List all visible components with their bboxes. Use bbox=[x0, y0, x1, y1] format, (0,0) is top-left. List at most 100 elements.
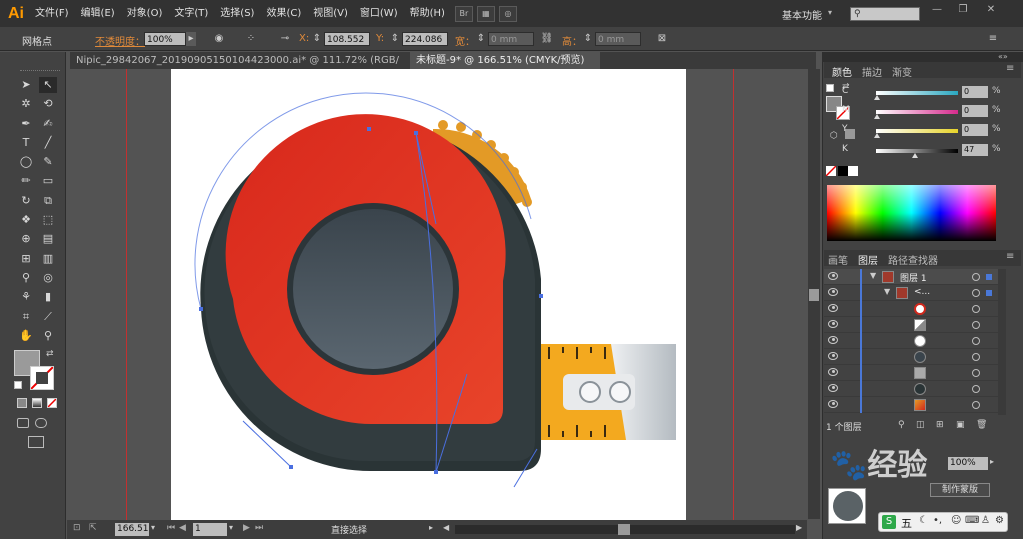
slider-thumb[interactable] bbox=[874, 95, 880, 100]
eye-icon[interactable] bbox=[828, 272, 838, 280]
eye-icon[interactable] bbox=[828, 368, 838, 376]
selection-tool-icon[interactable]: ➤ bbox=[17, 77, 35, 93]
zoom-tool-icon[interactable]: ⚲ bbox=[39, 328, 57, 344]
slider-value[interactable]: 0 bbox=[962, 105, 988, 117]
slider-track[interactable] bbox=[876, 129, 958, 133]
cyan-slider[interactable]: C 0 % bbox=[842, 86, 1012, 100]
menu-edit[interactable]: 编辑(E) bbox=[75, 0, 121, 27]
make-clipping-mask-icon[interactable]: ◫ bbox=[916, 420, 925, 430]
layer-name[interactable]: 图层 1 bbox=[900, 271, 927, 284]
layer-row[interactable]: ▼ 图层 1 bbox=[824, 269, 998, 285]
tape-measure-artwork[interactable] bbox=[171, 69, 686, 521]
delete-layer-icon[interactable]: 🗑 bbox=[976, 420, 987, 430]
ime-mode-label[interactable]: 五 bbox=[901, 515, 912, 531]
restore-button[interactable]: ❐ bbox=[952, 4, 974, 18]
target-icon[interactable] bbox=[972, 353, 980, 361]
panel-menu-icon[interactable]: ≡ bbox=[1006, 63, 1014, 74]
scale-icon[interactable]: ⧉ bbox=[39, 193, 57, 209]
hand-tool-icon[interactable]: ✋ bbox=[17, 328, 35, 344]
reference-point-icon[interactable]: ⁘ bbox=[244, 32, 258, 46]
slice-tool-icon[interactable]: ⟋ bbox=[39, 309, 57, 325]
menu-type[interactable]: 文字(T) bbox=[168, 0, 214, 27]
rotate-icon[interactable]: ↻ bbox=[17, 193, 35, 209]
workspace-switcher[interactable]: 基本功能 bbox=[782, 7, 822, 22]
target-icon[interactable] bbox=[972, 385, 980, 393]
ime-logo-icon[interactable]: S bbox=[882, 515, 896, 529]
y-field[interactable]: 224.086 bbox=[402, 32, 448, 46]
vertical-scroll-thumb[interactable] bbox=[809, 289, 819, 301]
help-search-input[interactable]: ⚲ bbox=[850, 7, 920, 21]
target-icon[interactable] bbox=[972, 401, 980, 409]
width-field[interactable]: 0 mm bbox=[488, 32, 534, 46]
none-mode-icon[interactable] bbox=[47, 398, 57, 408]
x-stepper-icon[interactable]: ⇕ bbox=[312, 32, 322, 46]
artboard-number-field[interactable]: 1 bbox=[193, 523, 227, 536]
eye-icon[interactable] bbox=[828, 304, 838, 312]
slider-track[interactable] bbox=[876, 91, 958, 95]
target-icon[interactable] bbox=[972, 321, 980, 329]
eye-icon[interactable] bbox=[828, 336, 838, 344]
new-sublayer-icon[interactable]: ⊞ bbox=[936, 420, 944, 430]
slider-value[interactable]: 0 bbox=[962, 86, 988, 98]
make-mask-button[interactable]: 制作蒙版 bbox=[930, 483, 990, 497]
pencil-icon[interactable]: ✏ bbox=[17, 173, 35, 189]
expand-icon[interactable]: ▼ bbox=[884, 287, 890, 296]
settings-icon[interactable]: ⚙ bbox=[995, 515, 1004, 526]
warp-icon[interactable]: ❖ bbox=[17, 212, 35, 228]
x-field[interactable]: 108.552 bbox=[324, 32, 370, 46]
anchor-convert-icon[interactable]: ⊸ bbox=[278, 32, 292, 46]
color-spectrum[interactable] bbox=[827, 185, 996, 241]
tab-layers[interactable]: 图层 bbox=[858, 252, 878, 267]
bridge-button[interactable]: Br bbox=[454, 5, 473, 22]
tab-pathfinder[interactable]: 路径查找器 bbox=[888, 252, 938, 267]
zoom-dropdown-icon[interactable]: ▾ bbox=[151, 523, 155, 532]
scroll-right-icon[interactable]: ▶ bbox=[796, 523, 802, 532]
none-color-swatch[interactable] bbox=[826, 166, 836, 176]
selection-indicator[interactable] bbox=[986, 290, 992, 296]
default-fill-stroke-icon[interactable] bbox=[826, 84, 834, 92]
layer-row[interactable] bbox=[824, 397, 998, 413]
transform-icon[interactable]: ⊠ bbox=[655, 32, 669, 46]
menu-help[interactable]: 帮助(H) bbox=[404, 0, 451, 27]
lasso-icon[interactable]: ⟲ bbox=[39, 96, 57, 112]
panel-menu-icon[interactable]: ≡ bbox=[1006, 251, 1014, 262]
height-stepper-icon[interactable]: ⇕ bbox=[583, 32, 593, 46]
perspective-grid-icon[interactable]: ▤ bbox=[39, 231, 57, 247]
eyedropper-icon[interactable]: ⚲ bbox=[17, 270, 35, 286]
layer-row[interactable] bbox=[824, 365, 998, 381]
slider-thumb[interactable] bbox=[874, 133, 880, 138]
gradient-icon[interactable]: ▥ bbox=[39, 251, 57, 267]
draw-mode-icon[interactable] bbox=[17, 418, 29, 428]
layer-row[interactable] bbox=[824, 333, 998, 349]
menu-file[interactable]: 文件(F) bbox=[29, 0, 75, 27]
eye-icon[interactable] bbox=[828, 288, 838, 296]
punctuation-icon[interactable]: •, bbox=[933, 515, 942, 526]
layer-row[interactable] bbox=[824, 381, 998, 397]
tape-blade[interactable] bbox=[536, 344, 676, 440]
swap-colors-icon[interactable]: ⇄ bbox=[46, 349, 54, 359]
last-artboard-icon[interactable]: ⏭ bbox=[255, 523, 263, 533]
selection-indicator[interactable] bbox=[986, 274, 992, 280]
layer-row[interactable] bbox=[824, 301, 998, 317]
target-icon[interactable] bbox=[972, 273, 980, 281]
symbol-sprayer-icon[interactable]: ⚘ bbox=[17, 289, 35, 305]
status-tool-label[interactable]: 直接选择 bbox=[331, 523, 367, 536]
mic-icon[interactable]: ☺ bbox=[951, 515, 961, 526]
screen-mode-icon[interactable] bbox=[28, 436, 44, 448]
sublayer-name[interactable]: <... bbox=[914, 287, 930, 297]
pen-tool-icon[interactable]: ✒ bbox=[17, 116, 35, 132]
eye-icon[interactable] bbox=[828, 400, 838, 408]
ime-toolbar[interactable]: S 五 ☾ •, ☺ ⌨ ♙ ⚙ bbox=[878, 512, 1008, 532]
eye-icon[interactable] bbox=[828, 384, 838, 392]
link-icon[interactable]: ⛓ bbox=[540, 32, 554, 46]
line-tool-icon[interactable]: ╱ bbox=[39, 135, 57, 151]
opacity-label[interactable]: 不透明度： bbox=[95, 33, 145, 48]
zoom-field[interactable]: 166.51 bbox=[115, 523, 149, 536]
menu-view[interactable]: 视图(V) bbox=[307, 0, 354, 27]
slider-thumb[interactable] bbox=[874, 114, 880, 119]
menu-select[interactable]: 选择(S) bbox=[214, 0, 260, 27]
panel-menu-icon[interactable]: ≡ bbox=[986, 32, 1000, 46]
target-icon[interactable] bbox=[972, 369, 980, 377]
out-of-gamut-icon[interactable]: ⬡ bbox=[830, 131, 838, 141]
moon-icon[interactable]: ☾ bbox=[919, 515, 928, 526]
